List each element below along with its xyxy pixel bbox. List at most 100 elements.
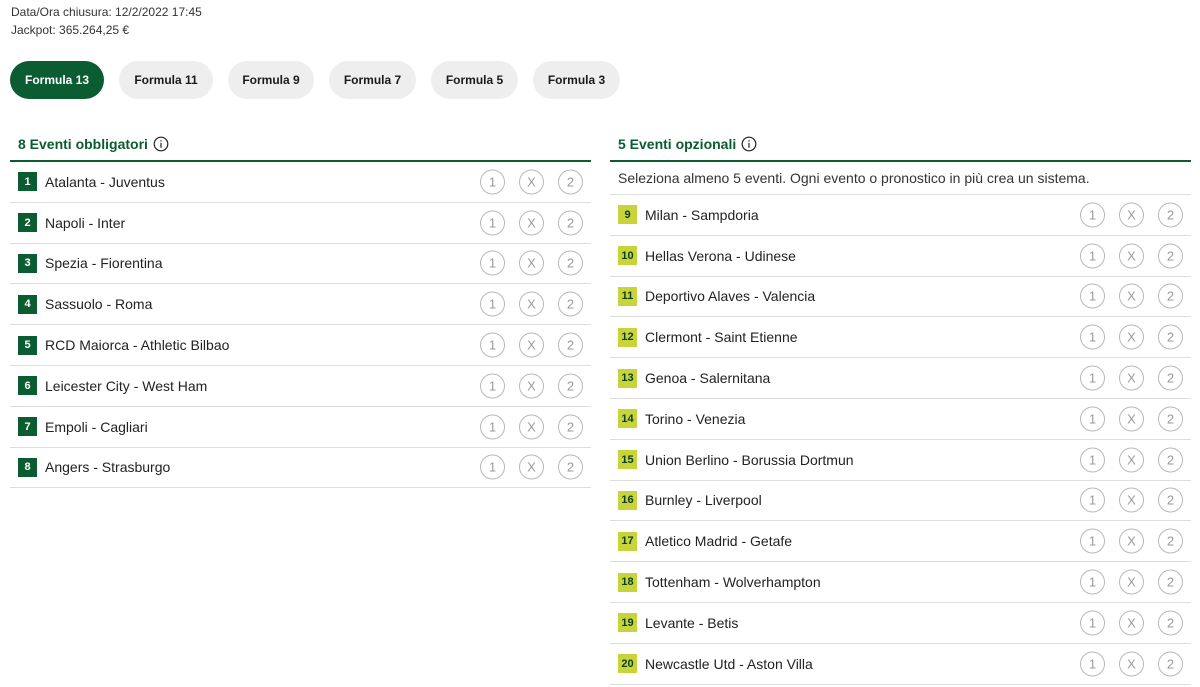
prediction-1-button[interactable]: 1: [1080, 365, 1105, 391]
draw-info: Data/Ora chiusura: 12/2/2022 17:45 Jackp…: [11, 3, 202, 39]
prediction-2-button[interactable]: 2: [1158, 283, 1183, 309]
prediction-choices: 1X2: [480, 414, 583, 440]
prediction-1-button[interactable]: 1: [1080, 243, 1105, 269]
prediction-2-button[interactable]: 2: [558, 169, 583, 195]
prediction-1-button[interactable]: 1: [480, 332, 505, 358]
prediction-x-button[interactable]: X: [519, 291, 544, 317]
prediction-1-button[interactable]: 1: [1080, 610, 1105, 636]
tab-formula-13[interactable]: Formula 13: [10, 61, 104, 99]
event-number-badge: 5: [18, 335, 37, 355]
event-match-name: Leicester City - West Ham: [45, 377, 208, 394]
prediction-1-button[interactable]: 1: [1080, 569, 1105, 595]
prediction-x-button[interactable]: X: [519, 169, 544, 195]
prediction-x-button[interactable]: X: [1119, 610, 1144, 636]
prediction-choices: 1X2: [1080, 283, 1183, 309]
prediction-1-button[interactable]: 1: [1080, 528, 1105, 554]
prediction-1-button[interactable]: 1: [480, 414, 505, 440]
prediction-2-button[interactable]: 2: [1158, 528, 1183, 554]
prediction-choices: 1X2: [480, 454, 583, 480]
event-row: 6 Leicester City - West Ham 1 X 2: [10, 366, 591, 407]
prediction-2-button[interactable]: 2: [558, 291, 583, 317]
event-row: 2 Napoli - Inter 1 X 2: [10, 203, 591, 244]
tab-formula-9[interactable]: Formula 9: [228, 61, 314, 99]
tab-formula-3[interactable]: Formula 3: [533, 61, 620, 99]
prediction-x-button[interactable]: X: [519, 454, 544, 480]
event-match-name: Burnley - Liverpool: [645, 492, 762, 509]
prediction-1-button[interactable]: 1: [480, 373, 505, 399]
prediction-1-button[interactable]: 1: [480, 250, 505, 276]
prediction-x-button[interactable]: X: [1119, 365, 1144, 391]
prediction-2-button[interactable]: 2: [1158, 610, 1183, 636]
prediction-x-button[interactable]: X: [1119, 283, 1144, 309]
event-row: 17 Atletico Madrid - Getafe 1 X 2: [610, 521, 1191, 563]
prediction-choices: 1X2: [480, 250, 583, 276]
prediction-2-button[interactable]: 2: [1158, 324, 1183, 350]
prediction-2-button[interactable]: 2: [558, 414, 583, 440]
prediction-2-button[interactable]: 2: [558, 250, 583, 276]
tab-formula-7[interactable]: Formula 7: [329, 61, 416, 99]
event-number-badge: 20: [618, 654, 637, 674]
prediction-2-button[interactable]: 2: [558, 332, 583, 358]
prediction-x-button[interactable]: X: [519, 250, 544, 276]
prediction-1-button[interactable]: 1: [1080, 283, 1105, 309]
prediction-x-button[interactable]: X: [1119, 569, 1144, 595]
prediction-x-button[interactable]: X: [1119, 528, 1144, 554]
event-row: 20 Newcastle Utd - Aston Villa 1 X 2: [610, 644, 1191, 685]
prediction-2-button[interactable]: 2: [558, 454, 583, 480]
prediction-2-button[interactable]: 2: [1158, 487, 1183, 513]
prediction-2-button[interactable]: 2: [1158, 569, 1183, 595]
prediction-1-button[interactable]: 1: [480, 169, 505, 195]
prediction-x-button[interactable]: X: [1119, 243, 1144, 269]
prediction-x-button[interactable]: X: [1119, 406, 1144, 432]
prediction-2-button[interactable]: 2: [1158, 447, 1183, 473]
prediction-2-button[interactable]: 2: [558, 210, 583, 236]
event-match-name: Torino - Venezia: [645, 410, 746, 427]
event-row: 18 Tottenham - Wolverhampton 1 X 2: [610, 562, 1191, 603]
prediction-choices: 1X2: [480, 332, 583, 358]
formula-tabs: Formula 13 Formula 11 Formula 9 Formula …: [10, 61, 635, 99]
prediction-1-button[interactable]: 1: [1080, 447, 1105, 473]
prediction-1-button[interactable]: 1: [1080, 324, 1105, 350]
prediction-x-button[interactable]: X: [1119, 651, 1144, 677]
prediction-x-button[interactable]: X: [519, 332, 544, 358]
event-row: 7 Empoli - Cagliari 1 X 2: [10, 407, 591, 448]
event-number-badge: 9: [618, 205, 637, 225]
optional-events-panel: 5 Eventi opzionali Seleziona almeno 5 ev…: [610, 128, 1191, 685]
event-row: 16 Burnley - Liverpool 1 X 2: [610, 481, 1191, 522]
optional-events-title: 5 Eventi opzionali: [618, 136, 737, 152]
event-row: 8 Angers - Strasburgo 1 X 2: [10, 448, 591, 489]
tab-formula-5[interactable]: Formula 5: [431, 61, 518, 99]
prediction-1-button[interactable]: 1: [1080, 651, 1105, 677]
prediction-1-button[interactable]: 1: [480, 291, 505, 317]
prediction-2-button[interactable]: 2: [1158, 243, 1183, 269]
event-number-badge: 10: [618, 246, 637, 266]
prediction-x-button[interactable]: X: [519, 210, 544, 236]
prediction-x-button[interactable]: X: [1119, 447, 1144, 473]
event-number-badge: 2: [18, 213, 37, 233]
info-icon[interactable]: [741, 136, 757, 152]
prediction-x-button[interactable]: X: [1119, 324, 1144, 350]
prediction-1-button[interactable]: 1: [480, 210, 505, 236]
tab-formula-11[interactable]: Formula 11: [119, 61, 213, 99]
prediction-x-button[interactable]: X: [519, 414, 544, 440]
info-icon[interactable]: [153, 136, 169, 152]
prediction-2-button[interactable]: 2: [1158, 406, 1183, 432]
prediction-x-button[interactable]: X: [1119, 202, 1144, 228]
event-match-name: Angers - Strasburgo: [45, 459, 171, 476]
prediction-1-button[interactable]: 1: [1080, 202, 1105, 228]
event-match-name: Levante - Betis: [645, 614, 739, 631]
event-number-badge: 11: [618, 286, 637, 306]
prediction-2-button[interactable]: 2: [1158, 365, 1183, 391]
prediction-x-button[interactable]: X: [1119, 487, 1144, 513]
prediction-choices: 1X2: [1080, 528, 1183, 554]
prediction-2-button[interactable]: 2: [1158, 651, 1183, 677]
optional-events-list: 9 Milan - Sampdoria 1 X 2 10 Hellas Verona - U…: [610, 195, 1191, 685]
prediction-1-button[interactable]: 1: [480, 454, 505, 480]
prediction-1-button[interactable]: 1: [1080, 487, 1105, 513]
prediction-choices: 1X2: [1080, 447, 1183, 473]
prediction-x-button[interactable]: X: [519, 373, 544, 399]
mandatory-events-title: 8 Eventi obbligatori: [18, 136, 148, 152]
prediction-1-button[interactable]: 1: [1080, 406, 1105, 432]
prediction-2-button[interactable]: 2: [558, 373, 583, 399]
prediction-2-button[interactable]: 2: [1158, 202, 1183, 228]
